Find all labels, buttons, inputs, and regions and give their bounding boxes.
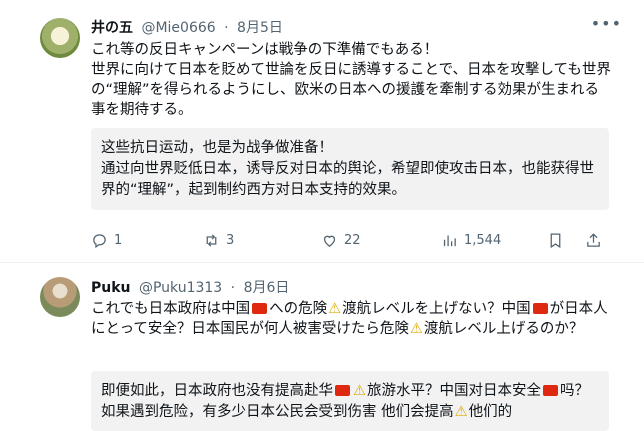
china-flag-icon	[252, 303, 268, 314]
more-icon[interactable]: •••	[591, 14, 622, 33]
views-icon	[443, 235, 456, 247]
text-segment: 渡航レベル上げるのか？	[423, 321, 584, 337]
like-button[interactable]: 22	[321, 232, 361, 249]
share-icon	[587, 233, 600, 247]
separator-dot: ·	[224, 20, 229, 36]
display-name[interactable]: 井の五	[91, 20, 133, 36]
display-name[interactable]: Puku	[91, 280, 131, 296]
text-segment: 渡航レベルを上げない？中国	[342, 301, 531, 317]
text-segment: 即便如此，日本政府也没有提高赴华	[101, 383, 333, 399]
reply-count: 1	[114, 233, 123, 248]
text-segment: 旅游水平？中国对日本安全	[367, 383, 541, 399]
separator-dot: ·	[230, 280, 236, 296]
warning-icon: ⚠	[409, 321, 423, 337]
action-bar: 1 3 22 1,544	[91, 232, 611, 252]
retweet-button[interactable]: 3	[203, 232, 234, 249]
handle[interactable]: @Puku1313	[139, 280, 222, 296]
warning-icon: ⚠	[353, 383, 366, 399]
warning-icon: ⚠	[328, 301, 342, 317]
warning-icon: ⚠	[454, 404, 468, 420]
translation-text: 即便如此，日本政府也没有提高赴华 ⚠旅游水平？中国对日本安全 吗？如果遇到危险，有多…	[101, 381, 601, 423]
text-segment: これでも日本政府は中国	[91, 301, 251, 317]
timestamp[interactable]: 8月6日	[244, 280, 290, 296]
retweet-count: 3	[226, 233, 235, 248]
bookmark-icon	[550, 233, 561, 249]
like-count: 22	[344, 233, 361, 248]
tweet-text: これ等の反日キャンペーンは戦争の下準備でもある！ 世界に向けて日本を貶めて世論を…	[91, 42, 611, 118]
handle[interactable]: @Mie0666	[141, 20, 215, 36]
timestamp[interactable]: 8月5日	[237, 20, 283, 36]
tweet-header: 井の五 @Mie0666 · 8月5日	[91, 17, 283, 37]
views-button[interactable]: 1,544	[441, 232, 501, 249]
china-flag-icon	[543, 385, 558, 396]
china-flag-icon	[335, 385, 350, 396]
tweet[interactable]: 井の五 @Mie0666 · 8月5日 ••• これ等の反日キャンペーンは戦争の…	[0, 0, 644, 262]
reply-icon	[93, 234, 106, 249]
bookmark-button[interactable]	[547, 232, 564, 249]
avatar[interactable]	[40, 18, 80, 58]
translation-text: 这些抗日运动，也是为战争做准备！ 通过向世界贬低日本，诱导反对日本的舆论，希望即…	[101, 140, 594, 198]
like-icon	[323, 235, 336, 247]
share-button[interactable]	[585, 232, 602, 249]
retweet-icon	[206, 234, 217, 247]
translation-box: 即便如此，日本政府也没有提高赴华 ⚠旅游水平？中国对日本安全 吗？如果遇到危险，有多…	[91, 371, 609, 431]
reply-button[interactable]: 1	[91, 232, 122, 249]
avatar[interactable]	[40, 277, 80, 317]
tweet-header: Puku @Puku1313 · 8月6日	[91, 277, 289, 297]
tweet-text: これでも日本政府は中国 への危険⚠渡航レベルを上げない？中国 が日本人にとって安全？…	[91, 299, 611, 339]
view-count: 1,544	[464, 233, 502, 248]
text-segment: への危険	[269, 301, 328, 317]
china-flag-icon	[532, 303, 548, 314]
translation-box: 这些抗日运动，也是为战争做准备！ 通过向世界贬低日本，诱导反对日本的舆论，希望即…	[91, 128, 609, 210]
tweet[interactable]: Puku @Puku1313 · 8月6日 これでも日本政府は中国 への危険⚠渡航…	[0, 262, 644, 431]
